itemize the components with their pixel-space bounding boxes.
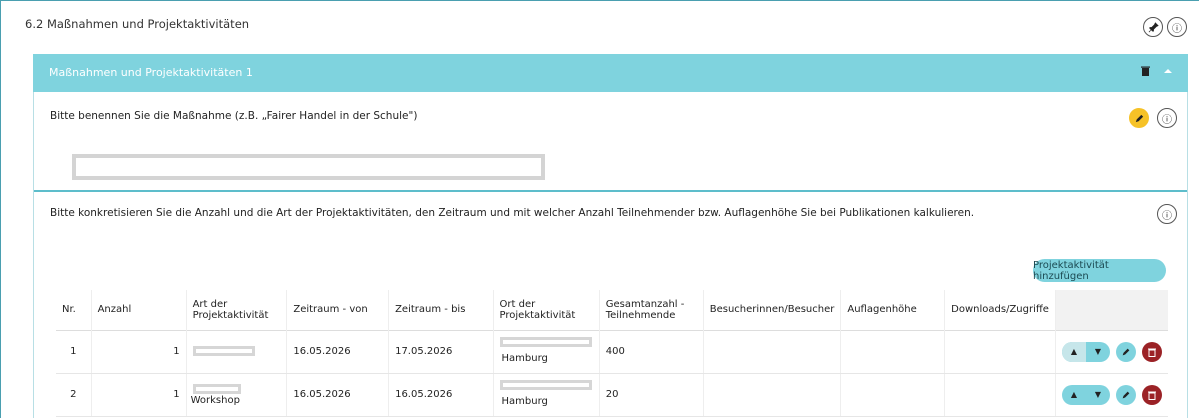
divider bbox=[34, 190, 1187, 192]
col-von: Zeitraum - von bbox=[286, 290, 389, 330]
redacted-field bbox=[192, 346, 255, 356]
cell-bis: 16.05.2026 bbox=[388, 373, 494, 417]
cell-art bbox=[185, 330, 287, 374]
col-art: Art der Projektaktivität bbox=[185, 290, 287, 330]
pin-button[interactable] bbox=[1143, 17, 1163, 37]
cell-anzahl: 1 bbox=[90, 373, 187, 417]
col-teilnehmende: Gesamtanzahl - Teilnehmende bbox=[598, 290, 704, 330]
move-up-button[interactable]: ▲ bbox=[1062, 385, 1086, 405]
cell-downloads bbox=[944, 373, 1056, 417]
move-up-button[interactable]: ▲ bbox=[1062, 341, 1086, 362]
redacted-field bbox=[192, 383, 241, 394]
trash-icon[interactable] bbox=[1141, 66, 1150, 76]
pencil-icon bbox=[1135, 114, 1143, 122]
ort-text: Hamburg bbox=[501, 352, 548, 364]
cell-teilnehmende: 400 bbox=[598, 330, 704, 374]
edit-row-button[interactable] bbox=[1116, 384, 1136, 405]
col-nr: Nr. bbox=[62, 304, 76, 316]
col-auflage: Auflagenhöhe bbox=[840, 290, 945, 330]
cell-downloads bbox=[944, 330, 1056, 374]
col-anzahl: Anzahl bbox=[90, 290, 187, 330]
delete-row-button[interactable] bbox=[1142, 384, 1162, 405]
cell-anzahl: 1 bbox=[90, 330, 187, 374]
cell-actions: ▲ ▼ bbox=[1055, 373, 1168, 417]
info-icon: ⓘ bbox=[1172, 23, 1182, 35]
chevron-up-icon[interactable] bbox=[1164, 68, 1172, 74]
trash-icon bbox=[1148, 391, 1156, 400]
edit-measure-button[interactable] bbox=[1129, 108, 1149, 128]
redacted-field bbox=[499, 379, 592, 390]
delete-row-button[interactable] bbox=[1142, 341, 1162, 362]
pencil-icon bbox=[1122, 348, 1130, 355]
panel-title: Maßnahmen und Projektaktivitäten 1 bbox=[49, 66, 253, 79]
section-info-button[interactable]: ⓘ bbox=[1167, 17, 1187, 37]
redacted-field bbox=[499, 336, 592, 347]
table-row: 1 1 16.05.2026 17.05.2026 Hamburg 400 ▲ … bbox=[56, 330, 1168, 374]
cell-art: Workshop bbox=[185, 373, 287, 417]
activities-info-button[interactable]: ⓘ bbox=[1157, 204, 1177, 224]
cell-besucher bbox=[702, 373, 841, 417]
add-activity-button[interactable]: Projektaktivität hinzufügen bbox=[1033, 259, 1166, 282]
move-down-button[interactable]: ▼ bbox=[1086, 342, 1110, 362]
question-measure-label: Bitte benennen Sie die Maßnahme (z.B. „F… bbox=[50, 110, 418, 122]
cell-nr: 1 bbox=[56, 330, 92, 374]
cell-von: 16.05.2026 bbox=[286, 330, 389, 374]
cell-bis: 17.05.2026 bbox=[388, 330, 494, 374]
col-ort: Ort der Projektaktivität bbox=[492, 290, 600, 330]
question-activities-label: Bitte konkretisieren Sie die Anzahl und … bbox=[50, 207, 975, 219]
reorder-pill: ▲ ▼ bbox=[1062, 384, 1110, 405]
activities-table: Nr. Anzahl Art der Projektaktivität Zeit… bbox=[56, 290, 1168, 417]
section-title: 6.2 Maßnahmen und Projektaktivitäten bbox=[25, 17, 250, 31]
measure-info-button[interactable]: ⓘ bbox=[1157, 108, 1177, 128]
ort-text: Hamburg bbox=[501, 395, 548, 407]
cell-besucher bbox=[702, 330, 841, 374]
cell-auflage bbox=[840, 373, 945, 417]
art-text: Workshop bbox=[190, 394, 240, 406]
cell-nr: 2 bbox=[56, 373, 92, 417]
col-besucher: Besucherinnen/Besucher bbox=[702, 290, 841, 330]
measure-name-input[interactable] bbox=[72, 154, 545, 180]
panel-header[interactable]: Maßnahmen und Projektaktivitäten 1 bbox=[33, 54, 1188, 92]
col-actions bbox=[1055, 290, 1168, 330]
table-header-row: Nr. Anzahl Art der Projektaktivität Zeit… bbox=[56, 290, 1168, 330]
info-icon: ⓘ bbox=[1162, 114, 1172, 126]
move-down-button[interactable]: ▼ bbox=[1086, 385, 1110, 405]
cell-actions: ▲ ▼ bbox=[1055, 330, 1168, 374]
cell-teilnehmende: 20 bbox=[598, 373, 704, 417]
pin-icon bbox=[1148, 21, 1159, 32]
trash-icon bbox=[1148, 348, 1156, 357]
cell-von: 16.05.2026 bbox=[286, 373, 389, 417]
table-row: 2 1 Workshop 16.05.2026 16.05.2026 Hambu… bbox=[56, 373, 1168, 417]
cell-auflage bbox=[840, 330, 945, 374]
edit-row-button[interactable] bbox=[1116, 341, 1136, 362]
cell-ort: Hamburg bbox=[492, 330, 600, 374]
cell-ort: Hamburg bbox=[492, 373, 600, 417]
info-icon: ⓘ bbox=[1162, 210, 1172, 222]
col-downloads: Downloads/Zugriffe bbox=[944, 290, 1056, 330]
col-bis: Zeitraum - bis bbox=[388, 290, 494, 330]
reorder-pill: ▲ ▼ bbox=[1062, 341, 1110, 362]
pencil-icon bbox=[1122, 391, 1130, 398]
